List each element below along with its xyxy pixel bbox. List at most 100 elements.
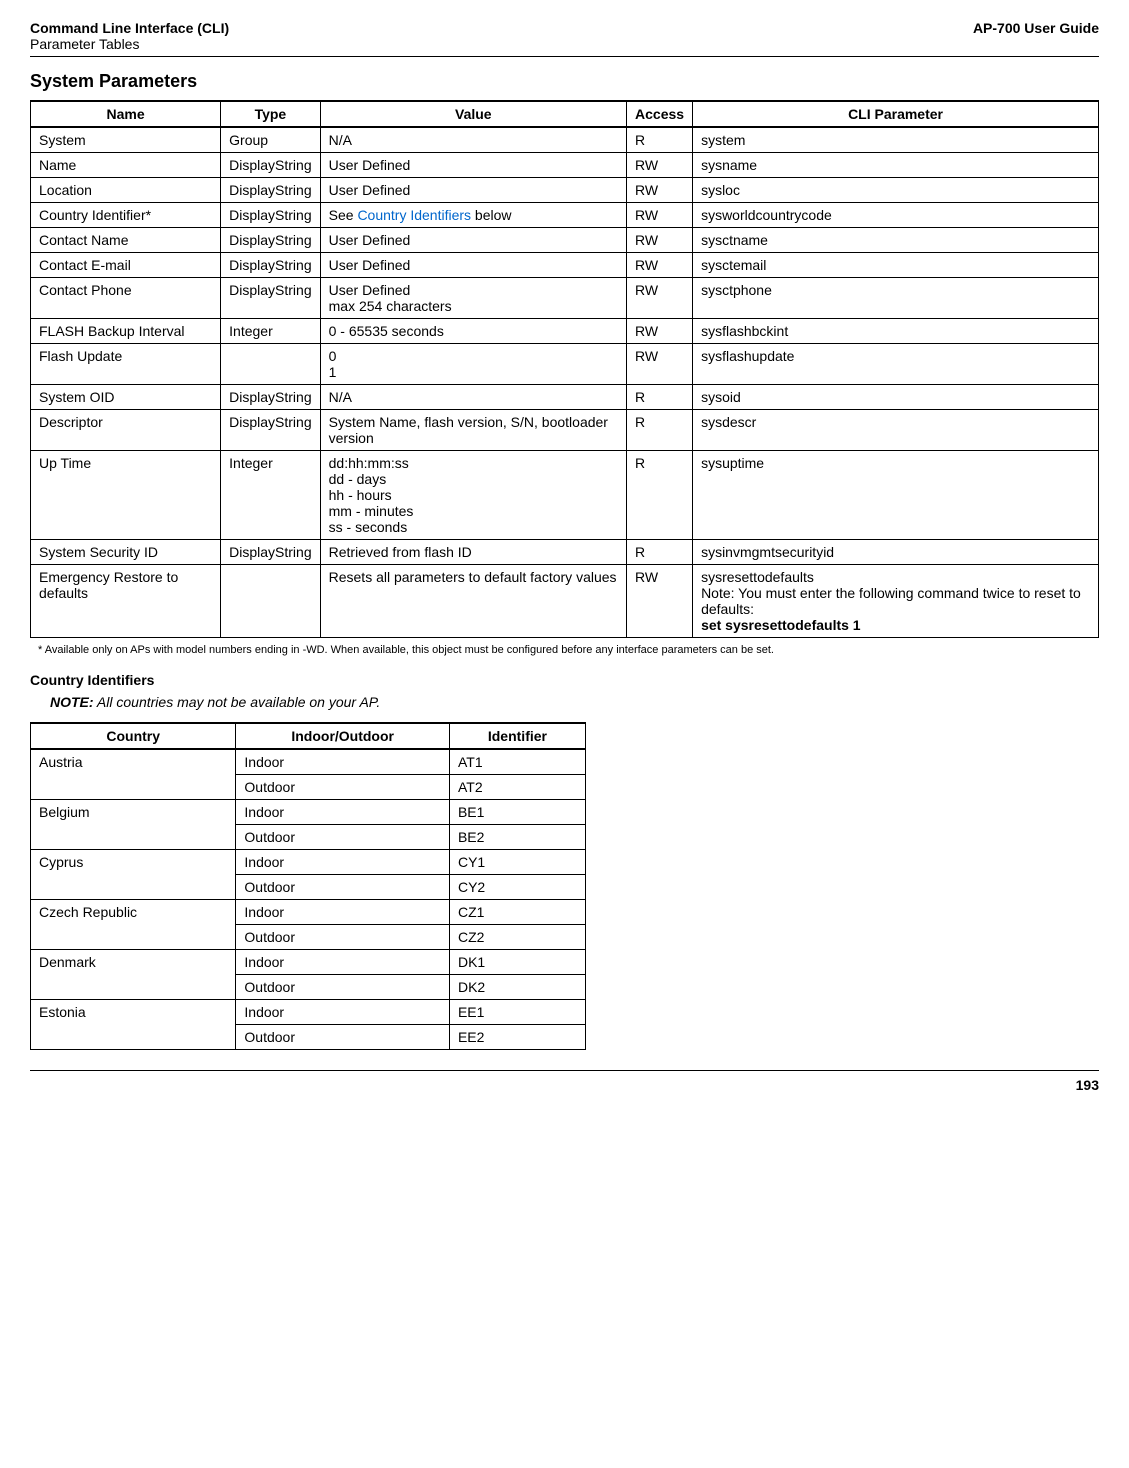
cell: sysdescr [693, 410, 1099, 451]
cell: Outdoor [236, 1025, 450, 1050]
cell: RW [627, 153, 693, 178]
cell: RW [627, 228, 693, 253]
cell: Emergency Restore to defaults [31, 565, 221, 638]
cell: sysoid [693, 385, 1099, 410]
text: Note: You must enter the following comma… [701, 585, 1090, 617]
cell: Group [221, 127, 320, 153]
cell: R [627, 127, 693, 153]
table-row: AustriaIndoorAT1 [31, 749, 586, 775]
cell: DK2 [449, 975, 585, 1000]
table-row: DescriptorDisplayStringSystem Name, flas… [31, 410, 1099, 451]
text: See [329, 207, 358, 223]
cell: CZ1 [449, 900, 585, 925]
col-name: Name [31, 101, 221, 127]
header-right: AP-700 User Guide [973, 20, 1099, 36]
cell: Outdoor [236, 775, 450, 800]
text: set sysresettodefaults 1 [701, 617, 1090, 633]
system-parameters-table: Name Type Value Access CLI Parameter Sys… [30, 100, 1099, 638]
cell: Indoor [236, 749, 450, 775]
cell: RW [627, 178, 693, 203]
cell: sysctphone [693, 278, 1099, 319]
table-row: System OIDDisplayStringN/ARsysoid [31, 385, 1099, 410]
table-row: BelgiumIndoorBE1 [31, 800, 586, 825]
cell: Location [31, 178, 221, 203]
country-identifiers-link[interactable]: Country Identifiers [357, 207, 471, 223]
col-id: Identifier [449, 723, 585, 749]
page-header: Command Line Interface (CLI) Parameter T… [30, 20, 1099, 57]
cell: AT2 [449, 775, 585, 800]
cell: DisplayString [221, 278, 320, 319]
cell: User Defined max 254 characters [320, 278, 626, 319]
note: NOTE: All countries may not be available… [50, 694, 1099, 710]
table-row: FLASH Backup IntervalInteger0 - 65535 se… [31, 319, 1099, 344]
cell: Indoor [236, 900, 450, 925]
subsection-title: Country Identifiers [30, 672, 1099, 688]
cell: RW [627, 203, 693, 228]
cell: Outdoor [236, 875, 450, 900]
cell: Flash Update [31, 344, 221, 385]
cell: Outdoor [236, 925, 450, 950]
table-row: SystemGroupN/ARsystem [31, 127, 1099, 153]
page-number: 193 [1076, 1077, 1099, 1093]
cell: RW [627, 278, 693, 319]
cell: Indoor [236, 950, 450, 975]
cell: CZ2 [449, 925, 585, 950]
cell: sysctemail [693, 253, 1099, 278]
cell: DisplayString [221, 178, 320, 203]
table-row: NameDisplayStringUser DefinedRWsysname [31, 153, 1099, 178]
cell: sysworldcountrycode [693, 203, 1099, 228]
cell: User Defined [320, 178, 626, 203]
cell: CY1 [449, 850, 585, 875]
cell: DisplayString [221, 203, 320, 228]
cell: system [693, 127, 1099, 153]
cell: System Security ID [31, 540, 221, 565]
cell: R [627, 540, 693, 565]
cell: Integer [221, 451, 320, 540]
cell: RW [627, 344, 693, 385]
cell: Austria [31, 749, 236, 800]
cell: DisplayString [221, 228, 320, 253]
cell: DisplayString [221, 540, 320, 565]
cell: sysinvmgmtsecurityid [693, 540, 1099, 565]
cell: Contact Phone [31, 278, 221, 319]
cell: User Defined [320, 153, 626, 178]
table-header-row: Name Type Value Access CLI Parameter [31, 101, 1099, 127]
table-row: Flash Update0 1RWsysflashupdate [31, 344, 1099, 385]
table-row: Contact PhoneDisplayStringUser Defined m… [31, 278, 1099, 319]
cell: Resets all parameters to default factory… [320, 565, 626, 638]
cell: See Country Identifiers below [320, 203, 626, 228]
cell: User Defined [320, 253, 626, 278]
section-title: System Parameters [30, 71, 1099, 92]
table-row: Emergency Restore to defaults Resets all … [31, 565, 1099, 638]
cell: EE1 [449, 1000, 585, 1025]
cell: RW [627, 565, 693, 638]
table-row: Contact E-mailDisplayStringUser DefinedR… [31, 253, 1099, 278]
cell: dd:hh:mm:ss dd - days hh - hours mm - mi… [320, 451, 626, 540]
cell: Up Time [31, 451, 221, 540]
col-type: Type [221, 101, 320, 127]
cell: R [627, 385, 693, 410]
note-label: NOTE: [50, 694, 94, 710]
cell: N/A [320, 127, 626, 153]
table-row: Czech RepublicIndoorCZ1 [31, 900, 586, 925]
cell: R [627, 451, 693, 540]
cell: sysloc [693, 178, 1099, 203]
header-subtitle: Parameter Tables [30, 36, 229, 52]
cell: Estonia [31, 1000, 236, 1050]
page-footer: 193 [30, 1070, 1099, 1093]
cell: BE2 [449, 825, 585, 850]
col-access: Access [627, 101, 693, 127]
cell [221, 565, 320, 638]
table-row: DenmarkIndoorDK1 [31, 950, 586, 975]
cell: Name [31, 153, 221, 178]
header-left: Command Line Interface (CLI) Parameter T… [30, 20, 229, 52]
cell: FLASH Backup Interval [31, 319, 221, 344]
table-row: CyprusIndoorCY1 [31, 850, 586, 875]
col-io: Indoor/Outdoor [236, 723, 450, 749]
table-row: System Security IDDisplayStringRetrieved… [31, 540, 1099, 565]
cell: System OID [31, 385, 221, 410]
footnote: * Available only on APs with model numbe… [50, 644, 1099, 656]
cell: Outdoor [236, 825, 450, 850]
cell: sysname [693, 153, 1099, 178]
table-row: Contact NameDisplayStringUser DefinedRWs… [31, 228, 1099, 253]
